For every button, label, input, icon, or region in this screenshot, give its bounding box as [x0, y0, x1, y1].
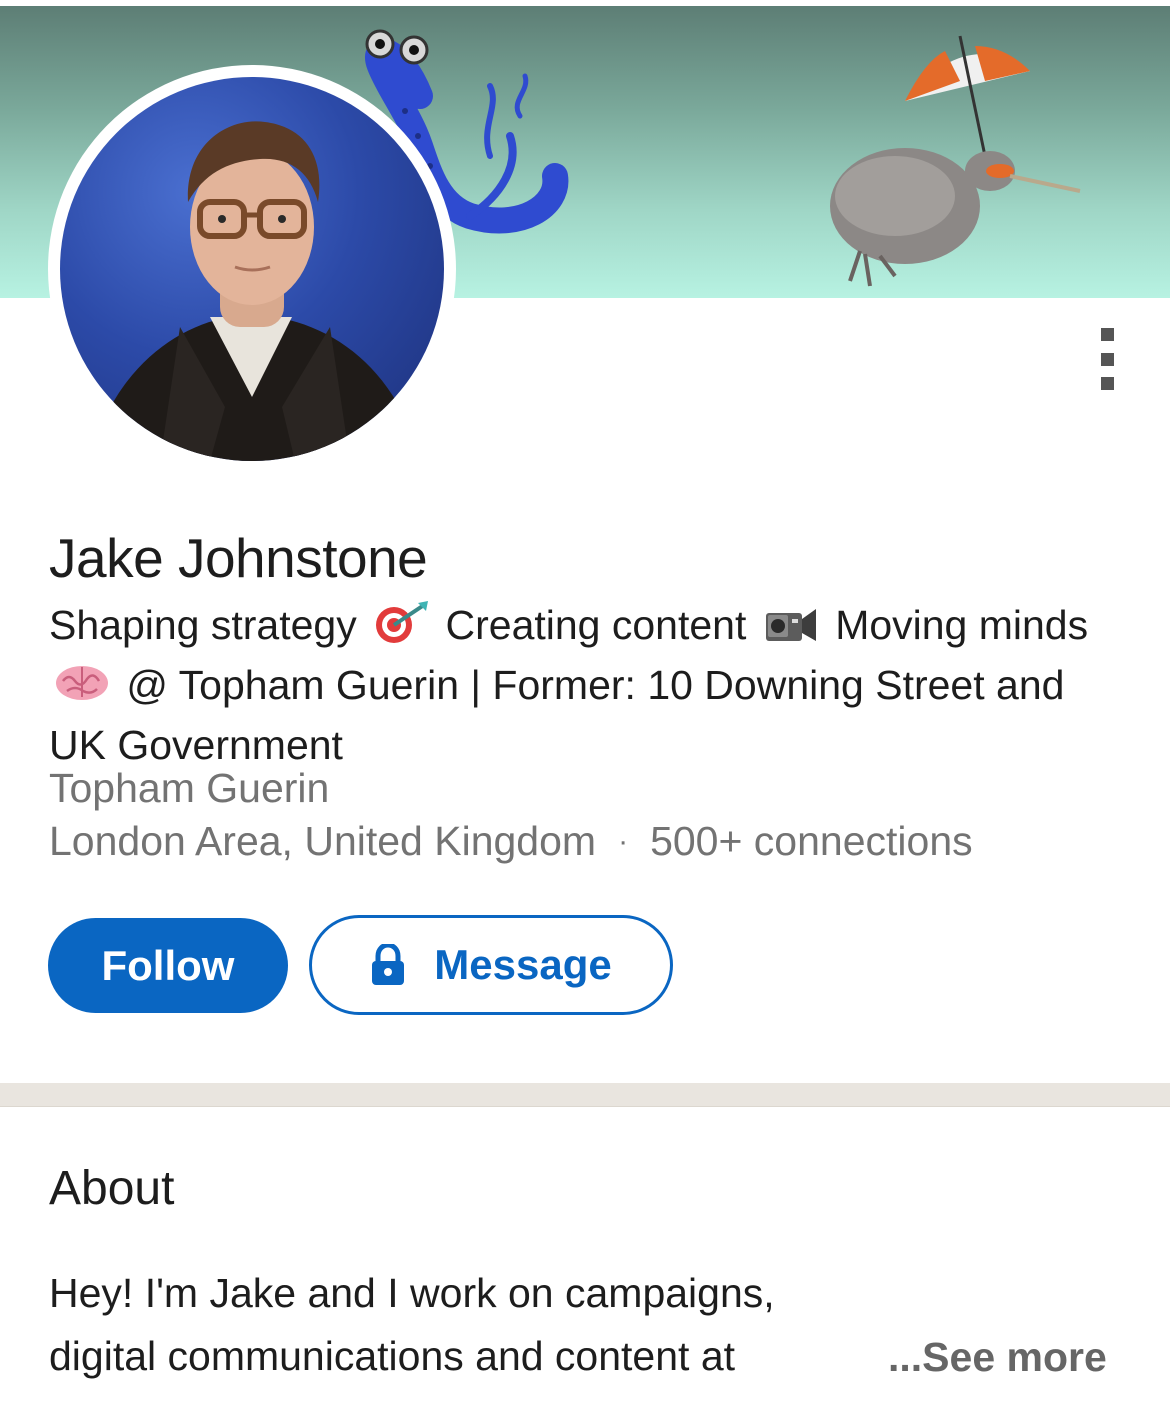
kiwi-bird-illustration	[830, 35, 1081, 287]
about-heading: About	[49, 1162, 175, 1215]
about-text: Hey! I'm Jake and I work on campaigns, d…	[49, 1270, 775, 1379]
headline-part-1: Shaping strategy	[49, 602, 357, 648]
section-divider	[0, 1083, 1170, 1107]
message-button[interactable]: Message	[309, 915, 673, 1015]
see-more-link[interactable]: ...See more	[888, 1326, 1107, 1389]
more-options-button[interactable]	[1090, 322, 1124, 396]
more-vertical-icon-dot	[1100, 377, 1114, 390]
separator-dot: ·	[618, 825, 629, 858]
headline-part-3: Moving minds	[835, 602, 1089, 648]
follow-button[interactable]: Follow	[48, 918, 288, 1013]
headline-part-4: @ Topham Guerin | Former: 10 Downing Str…	[49, 662, 1065, 768]
profile-location: London Area, United Kingdom	[49, 818, 597, 864]
current-company[interactable]: Topham Guerin	[49, 762, 329, 814]
more-vertical-icon-dot	[1100, 352, 1114, 366]
profile-name: Jake Johnstone	[49, 527, 428, 589]
video-camera-icon	[762, 601, 820, 658]
direct-hit-icon	[372, 601, 430, 658]
location-connections-row: London Area, United Kingdom · 500+ connect…	[49, 815, 973, 868]
profile-headline: Shaping strategy Creating content Moving…	[49, 598, 1129, 772]
profile-photo	[90, 121, 420, 461]
headline-part-2: Creating content	[445, 602, 747, 648]
connections-count[interactable]: 500+ connections	[650, 818, 973, 864]
more-vertical-icon	[1100, 328, 1114, 341]
message-button-label: Message	[434, 941, 612, 988]
profile-avatar[interactable]	[60, 77, 444, 461]
brain-icon	[53, 661, 111, 718]
lock-icon	[372, 944, 405, 985]
